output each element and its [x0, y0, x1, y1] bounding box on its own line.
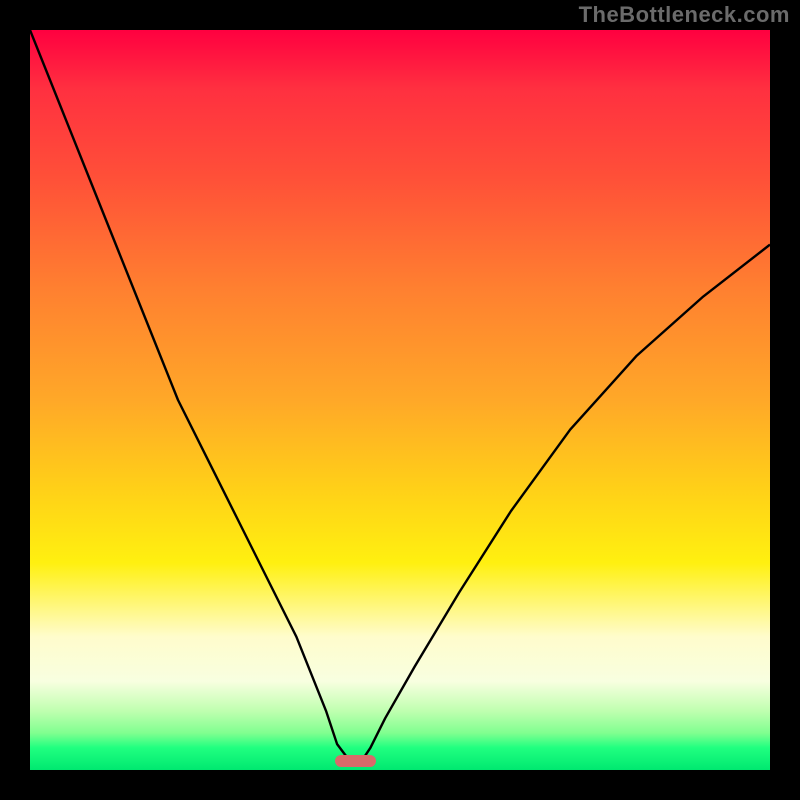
curve-svg [30, 30, 770, 770]
bottleneck-curve [30, 30, 770, 759]
plot-area [30, 30, 770, 770]
optimal-marker [335, 755, 376, 767]
chart-frame: TheBottleneck.com [0, 0, 800, 800]
watermark-text: TheBottleneck.com [579, 2, 790, 28]
